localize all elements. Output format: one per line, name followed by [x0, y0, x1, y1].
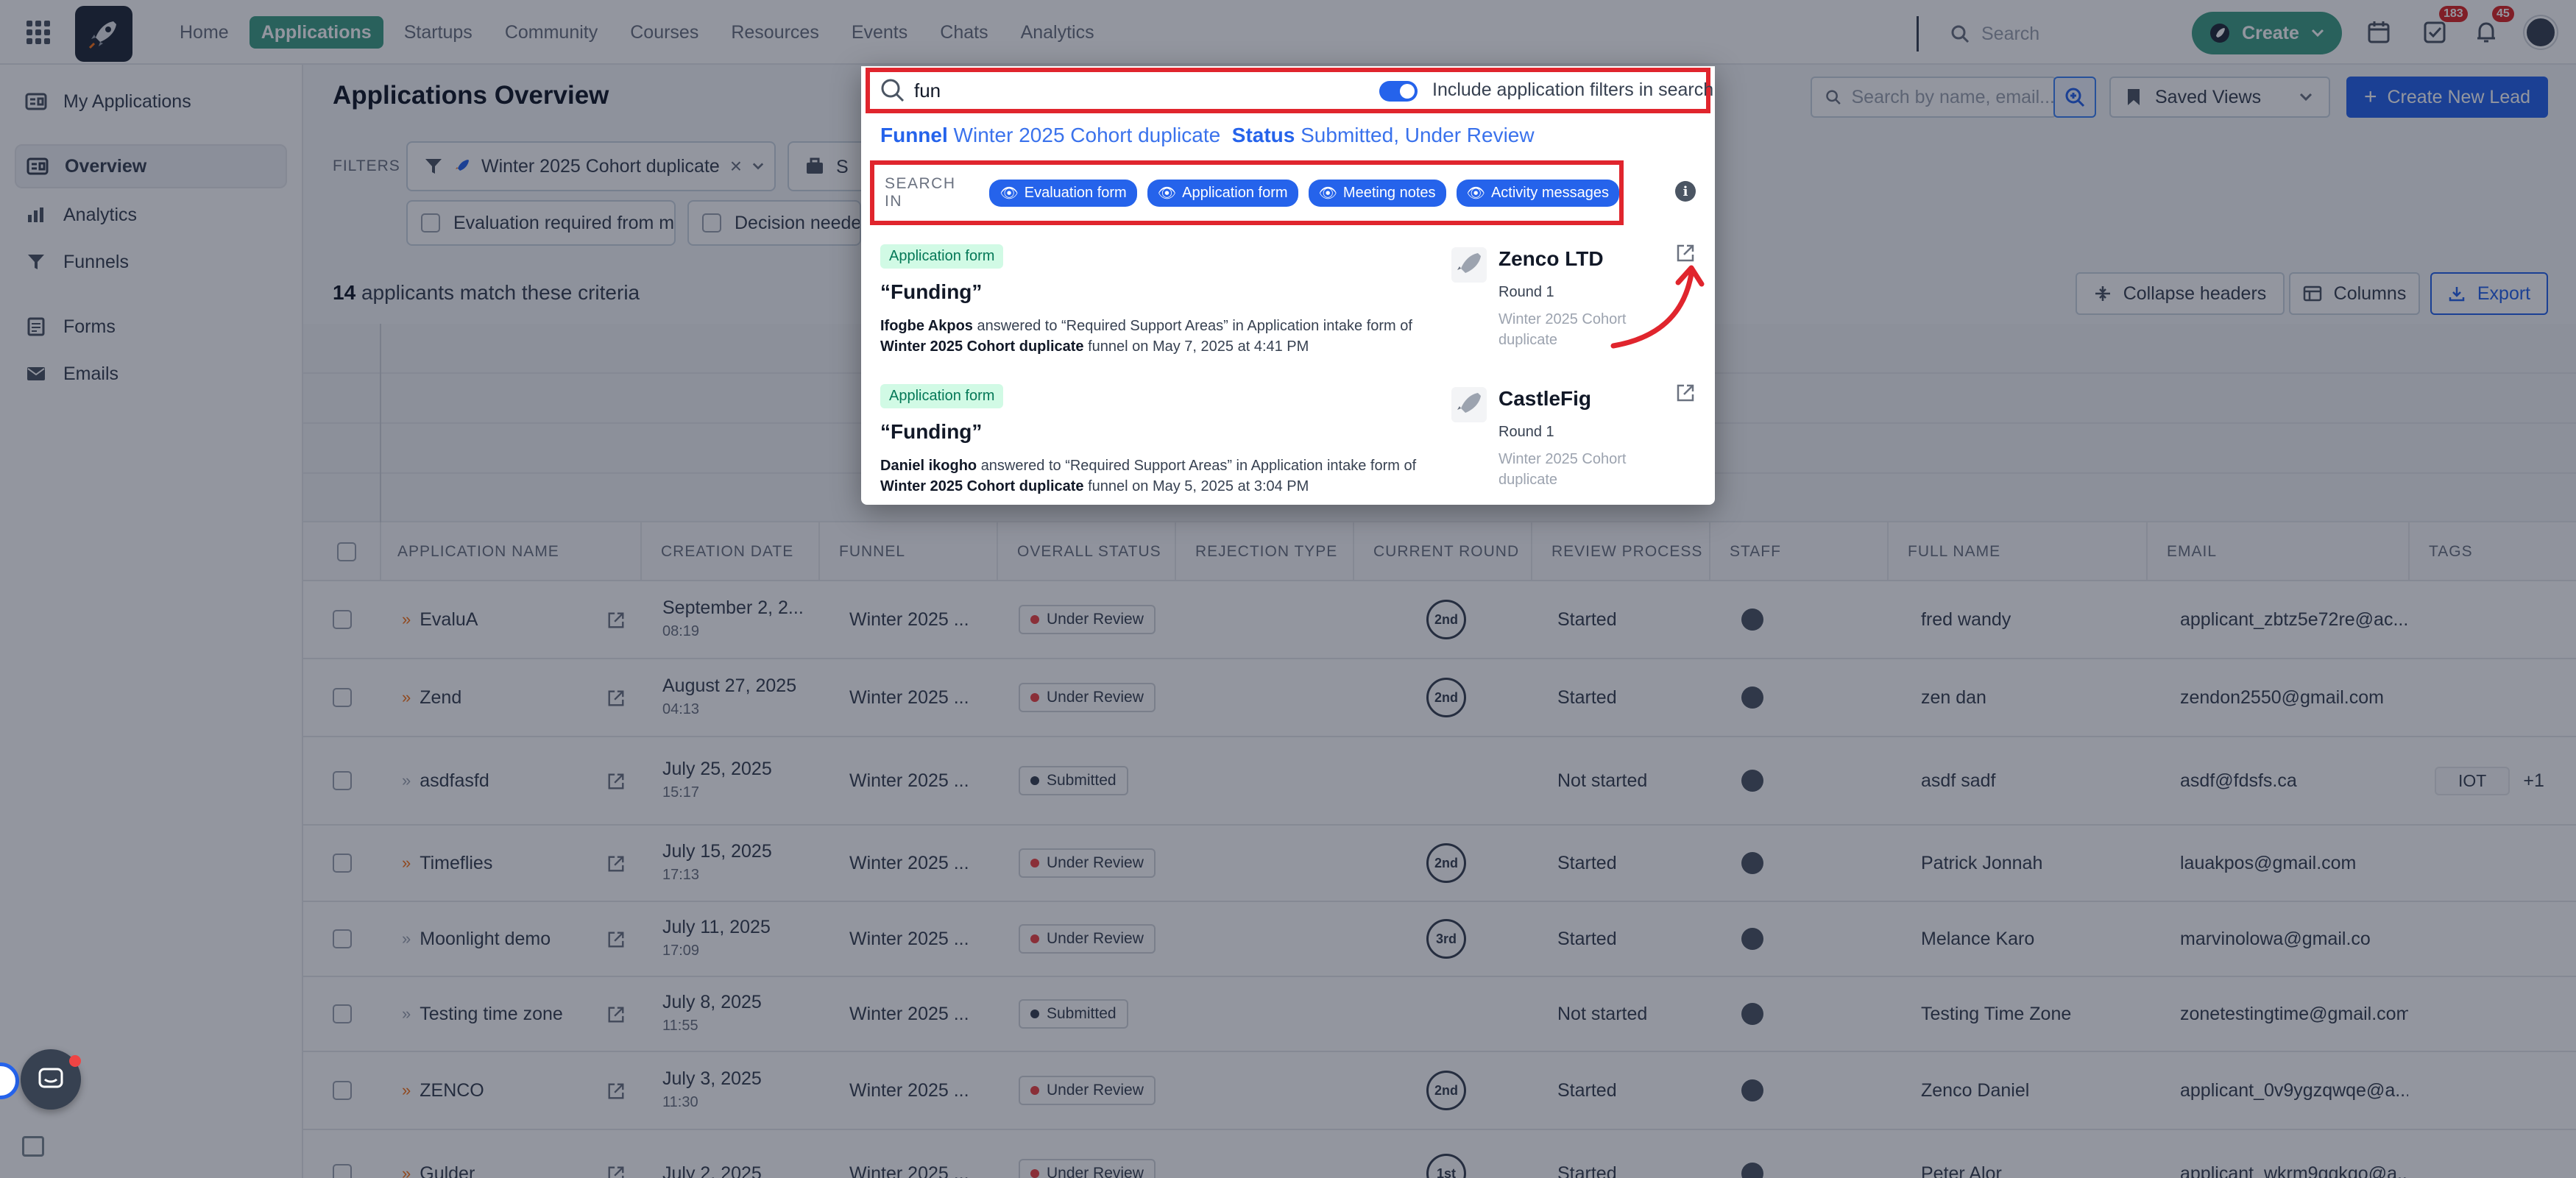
chat-unread-dot: [69, 1055, 81, 1067]
global-search-popup: fun Include application filters in searc…: [861, 66, 1715, 505]
info-icon[interactable]: i: [1675, 181, 1696, 202]
eye-icon: 👁: [999, 185, 1019, 202]
chip-evaluation-form[interactable]: 👁 Evaluation form: [989, 179, 1137, 207]
search-in-highlight-box: SEARCH IN 👁 Evaluation form 👁 Application …: [870, 160, 1624, 225]
chip-label: Meeting notes: [1342, 184, 1436, 201]
chip-label: Evaluation form: [1024, 184, 1127, 201]
chip-label: Application form: [1182, 184, 1288, 201]
eye-icon: 👁: [1318, 185, 1337, 202]
result-company-funnel: Winter 2025 Cohort duplicate: [1498, 451, 1627, 488]
collapse-sidebar-icon[interactable]: [22, 1136, 44, 1157]
include-filters-label: Include application filters in search: [1432, 79, 1714, 100]
external-link-icon[interactable]: [1675, 383, 1696, 403]
result-company-name: Zenco LTD: [1498, 247, 1604, 270]
chip-meeting-notes[interactable]: 👁 Meeting notes: [1308, 179, 1446, 207]
result-type-badge: Application form: [880, 384, 1004, 408]
result-company-name: CastleFig: [1498, 387, 1592, 410]
result-type-badge: Application form: [880, 244, 1004, 269]
search-icon: [881, 79, 905, 102]
search-highlight-box: fun Include application filters in searc…: [866, 68, 1714, 113]
result-round: Round 1: [1498, 424, 1554, 440]
chat-icon: [38, 1068, 63, 1088]
filter-value: Winter 2025 Cohort duplicate: [953, 124, 1221, 146]
result-description: Ifogbe Akpos answered to “Required Suppo…: [880, 318, 1412, 355]
applied-filters-line[interactable]: Funnel Winter 2025 Cohort duplicate Stat…: [880, 124, 1535, 147]
search-result[interactable]: Application form “Funding” Ifogbe Akpos …: [880, 243, 1697, 357]
result-description: Daniel ikogho answered to “Required Supp…: [880, 458, 1417, 494]
rocket-icon: [1451, 247, 1487, 283]
filter-key: Funnel: [880, 124, 948, 146]
rocket-icon: [1451, 387, 1487, 422]
chip-activity-messages[interactable]: 👁 Activity messages: [1456, 179, 1619, 207]
include-filters-toggle[interactable]: [1379, 81, 1418, 102]
search-in-label: SEARCH IN: [885, 175, 956, 210]
annotation-arrow: [1610, 265, 1705, 349]
search-result[interactable]: Application form “Funding” Daniel ikogho…: [880, 383, 1697, 497]
filter-key: Status: [1231, 124, 1295, 146]
filter-value: Submitted, Under Review: [1301, 124, 1535, 146]
eye-icon: 👁: [1157, 185, 1177, 202]
result-title: “Funding”: [880, 280, 983, 303]
chip-application-form[interactable]: 👁 Application form: [1147, 179, 1298, 207]
result-title: “Funding”: [880, 420, 983, 443]
popup-search-input[interactable]: fun: [914, 79, 941, 102]
chip-label: Activity messages: [1490, 184, 1609, 201]
eye-icon: 👁: [1466, 185, 1485, 202]
result-round: Round 1: [1498, 284, 1554, 300]
